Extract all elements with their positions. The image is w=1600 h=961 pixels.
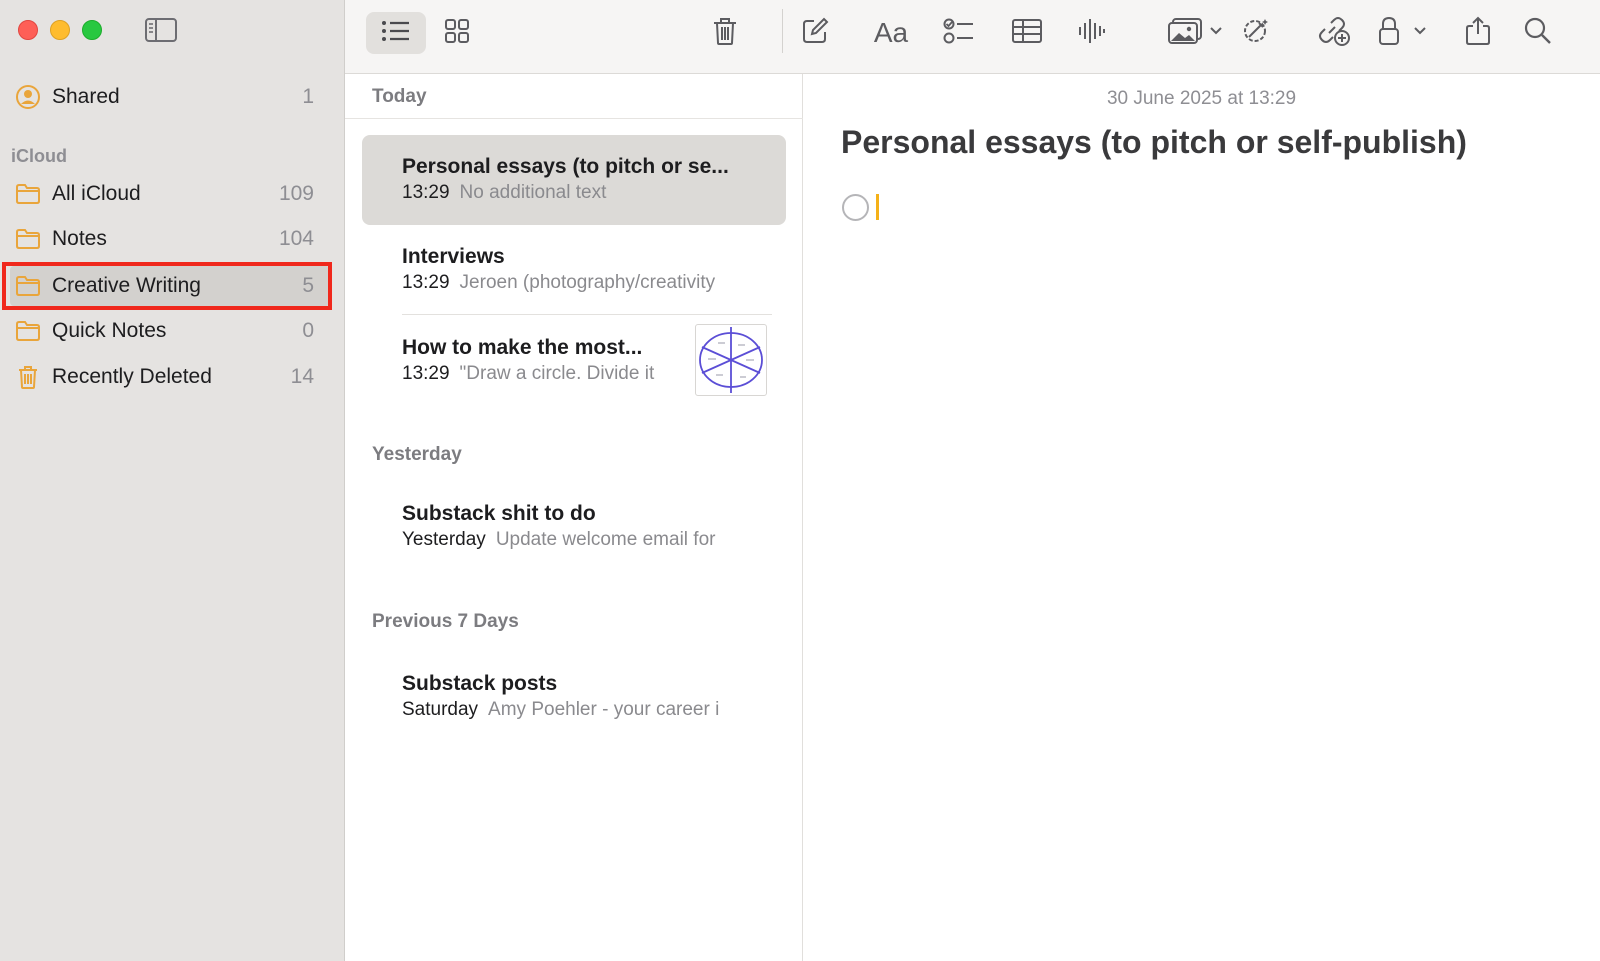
collaborate-button[interactable]	[1311, 12, 1357, 54]
gallery-view-icon	[444, 18, 470, 49]
toolbar: Aa	[345, 0, 1600, 74]
audio-waveform-icon	[1077, 16, 1107, 51]
note-title: How to make the most...	[402, 336, 643, 359]
sidebar-item-label: Notes	[52, 227, 107, 250]
checklist-button[interactable]	[936, 12, 982, 54]
sidebar-item-label: Shared	[52, 85, 120, 108]
divider	[402, 314, 772, 315]
group-header-yesterday: Yesterday	[372, 444, 462, 465]
checklist-checkbox[interactable]	[842, 194, 869, 221]
checklist-icon	[943, 17, 975, 50]
sidebar-item-label: Quick Notes	[52, 319, 167, 342]
format-icon: Aa	[873, 17, 909, 48]
note-snippet: Update welcome email for	[495, 529, 716, 550]
delete-note-button[interactable]	[703, 12, 747, 54]
note-title: Interviews	[402, 245, 505, 268]
sidebar-item-recently-deleted[interactable]: Recently Deleted 14	[10, 357, 330, 397]
note-meta: Yesterday Update welcome email for	[402, 529, 715, 551]
folder-icon	[14, 181, 42, 207]
divider	[345, 118, 803, 119]
folder-icon	[14, 273, 42, 299]
new-note-button[interactable]	[793, 12, 837, 54]
media-button[interactable]	[1162, 12, 1228, 54]
sidebar-toggle-icon[interactable]	[144, 16, 178, 44]
photo-icon	[1167, 17, 1223, 50]
trash-icon	[14, 364, 42, 390]
note-time: 13:29	[402, 182, 450, 203]
note-thumbnail	[695, 324, 767, 396]
notes-window: Shared 1 iCloud All iCloud 109 Notes 104…	[0, 0, 1600, 961]
note-title: Personal essays (to pitch or se...	[402, 155, 729, 178]
close-window-button[interactable]	[18, 20, 38, 40]
note-item-substack-to-do[interactable]: Substack shit to do Yesterday Update welc…	[362, 482, 786, 572]
note-item-interviews[interactable]: Interviews 13:29 Jeroen (photography/crea…	[362, 225, 786, 315]
sidebar-item-label: Creative Writing	[52, 274, 201, 297]
sidebar-item-count: 14	[290, 365, 314, 388]
note-meta: 13:29 Jeroen (photography/creativity	[402, 272, 715, 294]
sidebar-item-count: 5	[302, 274, 314, 297]
search-icon	[1523, 16, 1553, 51]
list-view-icon	[381, 19, 411, 48]
search-button[interactable]	[1515, 12, 1561, 54]
sidebar: Shared 1 iCloud All iCloud 109 Notes 104…	[0, 0, 345, 961]
share-button[interactable]	[1455, 12, 1501, 54]
notes-list: Today Personal essays (to pitch or se...…	[345, 74, 803, 961]
note-meta: 13:29 No additional text	[402, 182, 606, 204]
sidebar-item-shared[interactable]: Shared 1	[10, 77, 330, 117]
note-item-personal-essays[interactable]: Personal essays (to pitch or se... 13:29…	[362, 135, 786, 225]
folder-icon	[14, 318, 42, 344]
text-caret	[876, 194, 879, 220]
writing-tools-button[interactable]	[1230, 12, 1280, 54]
sidebar-item-count: 1	[302, 85, 314, 108]
shared-person-icon	[14, 84, 42, 110]
note-item-substack-posts[interactable]: Substack posts Saturday Amy Poehler - you…	[362, 652, 786, 742]
note-time: 13:29	[402, 363, 450, 384]
toolbar-divider	[782, 9, 783, 53]
note-snippet: Jeroen (photography/creativity	[459, 272, 716, 293]
sidebar-item-count: 104	[278, 227, 314, 250]
table-button[interactable]	[1004, 12, 1050, 54]
note-meta: Saturday Amy Poehler - your career i	[402, 699, 719, 721]
audio-button[interactable]	[1069, 12, 1115, 54]
note-time: Saturday	[402, 699, 479, 720]
group-header-previous-7-days: Previous 7 Days	[372, 611, 519, 632]
folder-icon	[14, 226, 42, 252]
format-button[interactable]: Aa	[866, 12, 916, 54]
note-snippet: No additional text	[459, 182, 607, 203]
writing-tools-icon	[1239, 15, 1271, 52]
link-plus-icon	[1317, 15, 1351, 52]
share-icon	[1464, 15, 1492, 52]
list-view-button[interactable]	[366, 12, 426, 54]
note-snippet: "Draw a circle. Divide it	[459, 363, 655, 384]
note-title: Substack posts	[402, 672, 558, 695]
note-editor[interactable]: 30 June 2025 at 13:29 Personal essays (t…	[803, 74, 1600, 961]
note-date: 30 June 2025 at 13:29	[1106, 88, 1297, 109]
note-item-how-to-make-the-most[interactable]: How to make the most... 13:29 "Draw a cir…	[362, 316, 786, 406]
sidebar-item-quick-notes[interactable]: Quick Notes 0	[10, 311, 330, 351]
zoom-window-button[interactable]	[82, 20, 102, 40]
sidebar-item-creative-writing[interactable]: Creative Writing 5	[10, 266, 330, 306]
note-snippet: Amy Poehler - your career i	[488, 699, 720, 720]
lock-icon	[1377, 16, 1429, 51]
group-header-today: Today	[372, 86, 427, 107]
sidebar-item-count: 109	[278, 182, 314, 205]
gallery-view-button[interactable]	[427, 12, 487, 54]
note-title: Substack shit to do	[402, 502, 596, 525]
minimize-window-button[interactable]	[50, 20, 70, 40]
note-time: 13:29	[402, 272, 450, 293]
lock-button[interactable]	[1371, 12, 1435, 54]
note-time: Yesterday	[402, 529, 486, 550]
trash-icon	[712, 16, 738, 51]
sidebar-item-label: Recently Deleted	[52, 365, 212, 388]
compose-icon	[801, 17, 829, 50]
sidebar-section-label: iCloud	[11, 146, 67, 166]
sidebar-item-all-icloud[interactable]: All iCloud 109	[10, 174, 330, 214]
sidebar-item-notes[interactable]: Notes 104	[10, 219, 330, 259]
sidebar-item-label: All iCloud	[52, 182, 141, 205]
table-icon	[1011, 18, 1043, 49]
note-heading[interactable]: Personal essays (to pitch or self-publis…	[841, 124, 1467, 161]
sidebar-item-count: 0	[302, 319, 314, 342]
note-meta: 13:29 "Draw a circle. Divide it	[402, 363, 654, 385]
